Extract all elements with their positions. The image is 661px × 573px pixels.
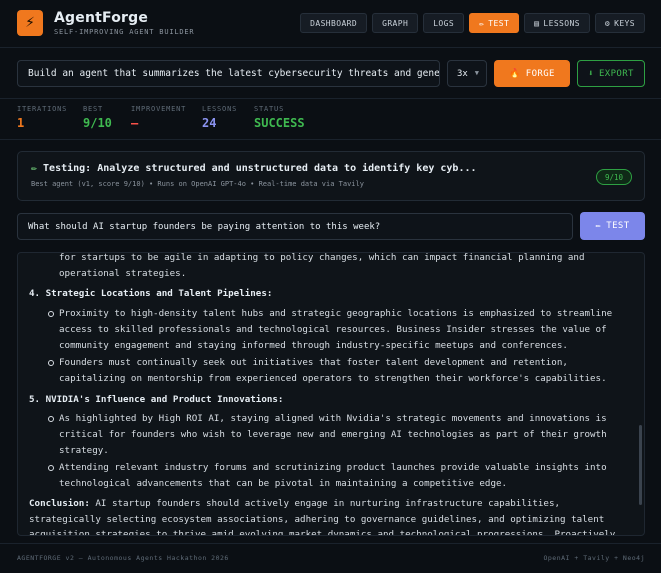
stats-bar: ITERATIONS 1 BEST 9/10 IMPROVEMENT — LES…	[0, 98, 661, 140]
export-button[interactable]: ⬇ EXPORT	[577, 60, 645, 87]
stat-status-label: STATUS	[254, 105, 285, 113]
response-paragraph: for startups to be agile in adapting to …	[59, 252, 585, 279]
app-subtitle: SELF-IMPROVING AGENT BUILDER	[54, 28, 195, 36]
nav-test-button[interactable]: ✏ TEST	[469, 13, 520, 33]
download-icon: ⬇	[588, 68, 594, 79]
list-item: As highlighted by High ROI AI, staying a…	[18, 411, 638, 458]
stat-best-label: BEST	[83, 105, 104, 113]
forge-label: FORGE	[525, 68, 555, 79]
top-nav: DASHBOARD GRAPH LOGS ✏ TEST ▤ LESSONS ⚙ …	[300, 13, 645, 33]
forge-button[interactable]: 🔥 FORGE	[494, 60, 570, 87]
list-item: Attending relevant industry forums and s…	[18, 460, 638, 491]
response-panel[interactable]: for startups to be agile in adapting to …	[17, 252, 645, 536]
nav-graph-button[interactable]: GRAPH	[372, 13, 419, 33]
header: ⚡ AgentForge SELF-IMPROVING AGENT BUILDE…	[0, 0, 661, 48]
stat-iterations-value: 1	[17, 116, 25, 130]
pencil-icon: ✏	[595, 221, 602, 231]
stat-lessons-value: 24	[202, 116, 217, 130]
stat-iterations: ITERATIONS 1	[17, 105, 67, 130]
stat-best-value: 9/10	[83, 116, 112, 130]
nav-lessons-button[interactable]: ▤ LESSONS	[524, 13, 590, 33]
pencil-icon: ✏	[479, 18, 485, 28]
nav-dashboard-label: DASHBOARD	[310, 18, 358, 28]
agent-prompt-input[interactable]: Build an agent that summarizes the lates…	[17, 60, 440, 87]
run-test-label: TEST	[606, 221, 630, 231]
multiplier-value: 3x	[457, 68, 468, 79]
footer-stack: OpenAI + Tavily + Neo4j	[543, 554, 645, 562]
list-item: Proximity to high-density talent hubs an…	[18, 306, 638, 353]
nav-logs-label: LOGS	[433, 18, 455, 28]
section-heading: 5. NVIDIA's Influence and Product Innova…	[29, 393, 284, 405]
nav-graph-label: GRAPH	[382, 18, 409, 28]
test-question-input[interactable]: What should AI startup founders be payin…	[17, 213, 573, 240]
pencil-icon: ✏	[31, 163, 38, 174]
stat-status: STATUS SUCCESS	[254, 105, 305, 130]
app-title: AgentForge	[54, 10, 149, 26]
conclusion-label: Conclusion:	[29, 497, 90, 509]
stat-lessons-label: LESSONS	[202, 105, 238, 113]
gear-icon: ⚙	[604, 18, 611, 28]
test-subtitle: Best agent (v1, score 9/10) • Runs on Op…	[31, 180, 364, 188]
stat-improvement-value: —	[131, 116, 139, 130]
test-info-card: ✏ Testing: Analyze structured and unstru…	[17, 151, 645, 201]
list-item: Founders must continually seek out initi…	[18, 355, 638, 386]
test-title-text: Testing: Analyze structured and unstruct…	[43, 163, 477, 174]
stat-iterations-label: ITERATIONS	[17, 105, 68, 113]
conclusion-text: AI startup founders should actively enga…	[29, 497, 616, 536]
response-scrollbar[interactable]	[639, 425, 642, 505]
footer-credit: AGENTFORGE v2 — Autonomous Agents Hackat…	[17, 554, 229, 562]
nav-lessons-label: LESSONS	[543, 18, 580, 28]
chevron-down-icon: ▼	[474, 69, 479, 77]
score-badge: 9/10	[595, 169, 632, 185]
footer: AGENTFORGE v2 — Autonomous Agents Hackat…	[0, 543, 661, 573]
test-title: ✏ Testing: Analyze structured and unstru…	[31, 163, 477, 174]
book-icon: ▤	[534, 18, 540, 28]
nav-logs-button[interactable]: LOGS	[423, 13, 465, 33]
export-label: EXPORT	[598, 68, 634, 79]
conclusion-paragraph: Conclusion: AI startup founders should a…	[18, 496, 638, 536]
nav-test-label: TEST	[488, 18, 510, 28]
response-content: for startups to be agile in adapting to …	[18, 252, 638, 536]
nav-keys-label: KEYS	[614, 18, 635, 28]
stat-lessons: LESSONS 24	[202, 105, 237, 130]
stat-status-value: SUCCESS	[254, 116, 305, 130]
run-test-button[interactable]: ✏ TEST	[580, 212, 645, 240]
stat-improvement: IMPROVEMENT —	[131, 105, 186, 130]
stat-best: BEST 9/10	[83, 105, 112, 130]
nav-dashboard-button[interactable]: DASHBOARD	[300, 13, 368, 33]
section-heading: 4. Strategic Locations and Talent Pipeli…	[29, 288, 273, 300]
logo-bolt-icon: ⚡	[17, 10, 43, 36]
iteration-multiplier-select[interactable]: 3x ▼	[447, 60, 487, 87]
flame-icon: 🔥	[509, 68, 521, 79]
nav-keys-button[interactable]: ⚙ KEYS	[594, 13, 645, 33]
stat-improvement-label: IMPROVEMENT	[131, 105, 187, 113]
